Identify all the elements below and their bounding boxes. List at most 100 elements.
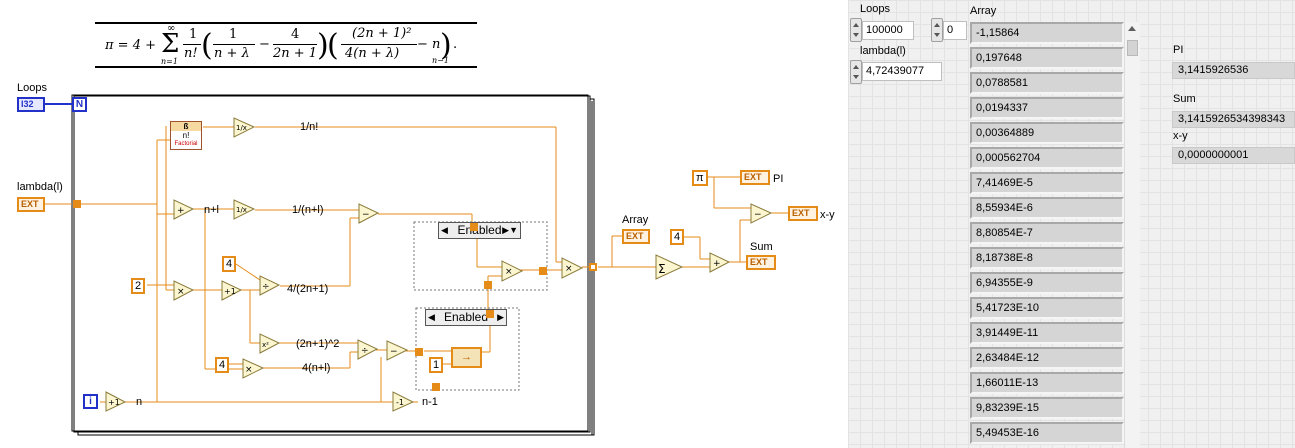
wires: + × +1 1/x 1/x ÷ − x² ÷ − × +1 -1 × × Σ … xyxy=(44,94,788,436)
sum-indicator[interactable]: EXT xyxy=(746,255,776,270)
factorial-node[interactable]: ß n! Factorial xyxy=(170,121,202,150)
constant-four-a[interactable]: 4 xyxy=(222,256,237,272)
array-label: Array xyxy=(622,214,649,226)
xy-indicator-label: x-y xyxy=(1173,130,1188,142)
array-element: 8,18738E-8 xyxy=(970,247,1124,269)
pi-indicator[interactable]: EXT xyxy=(740,170,770,185)
label-n-minus-1: n-1 xyxy=(422,396,438,408)
case-selector-1[interactable]: ◀ Enabled ▶▼ xyxy=(438,222,521,239)
front-panel: Loops 100000 lambda(l) 4,72439077 Array … xyxy=(848,0,1295,448)
div-glyph-2: ÷ xyxy=(361,346,369,356)
array-element: 8,55934E-6 xyxy=(970,197,1124,219)
i32-indicator[interactable]: I32 xyxy=(17,97,45,112)
case-selector-2[interactable]: ◀ Enabled ▶ xyxy=(425,309,507,326)
array-element: 7,41469E-5 xyxy=(970,172,1124,194)
lambda-spinner[interactable] xyxy=(850,60,862,84)
sum-indicator-label: Sum xyxy=(1173,93,1196,105)
case-selector-2-left-icon[interactable]: ◀ xyxy=(428,310,435,325)
array-index-spinner[interactable] xyxy=(931,18,943,42)
array-element: 5,41723E-10 xyxy=(970,297,1124,319)
factorial-mid: n! xyxy=(182,131,190,140)
lambda-tunnel xyxy=(73,200,81,208)
label-four-nl: 4(n+l) xyxy=(302,362,331,374)
case-selector-1-label: Enabled xyxy=(457,223,502,237)
sigma-glyph: Σ xyxy=(658,262,666,276)
array-element: 0,00364889 xyxy=(970,122,1124,144)
mul-glyph-4: × xyxy=(565,264,573,274)
spin-up-icon[interactable] xyxy=(853,23,859,27)
factorial-top: ß xyxy=(171,122,201,131)
inc-glyph: +1 xyxy=(224,287,236,296)
xy-value: 0,0000000001 xyxy=(1172,147,1295,164)
constant-two[interactable]: 2 xyxy=(131,278,146,294)
array-element: 0,0194337 xyxy=(970,97,1124,119)
array-element: 0,197648 xyxy=(970,47,1124,69)
array-scrollbar[interactable] xyxy=(1124,22,1140,448)
div-glyph: ÷ xyxy=(262,282,270,292)
pi-indicator-label: PI xyxy=(1173,44,1184,56)
constant-four-c[interactable]: 4 xyxy=(670,229,685,245)
array-element: 8,80854E-7 xyxy=(970,222,1124,244)
loop-count-terminal[interactable]: N xyxy=(72,97,87,112)
spin-up-icon-2[interactable] xyxy=(853,65,859,69)
constant-four-b[interactable]: 4 xyxy=(215,357,230,373)
scroll-thumb[interactable] xyxy=(1127,40,1138,56)
case-tunnel-3 xyxy=(484,281,492,289)
dec-glyph: -1 xyxy=(396,398,404,407)
mul-glyph-2: × xyxy=(245,365,253,375)
loops-input[interactable]: 100000 xyxy=(862,21,914,40)
loops-control-label: Loops xyxy=(860,3,890,15)
mul-glyph-3: × xyxy=(505,267,513,277)
array-index-input[interactable]: 0 xyxy=(943,21,967,40)
lambda-input[interactable]: 4,72439077 xyxy=(862,62,942,81)
sq-glyph: x² xyxy=(262,341,269,349)
array-indicator[interactable]: EXT xyxy=(622,229,650,244)
sub-glyph: − xyxy=(362,210,370,220)
spin-up-icon-3[interactable] xyxy=(934,23,940,27)
sum-value: 3,1415926534398343 xyxy=(1172,111,1295,128)
label-square: (2n+1)^2 xyxy=(296,338,340,350)
add-glyph: + xyxy=(177,206,185,216)
select-node[interactable]: → xyxy=(451,347,482,368)
label-one-over-fact: 1/n! xyxy=(300,121,319,133)
lambda-label: lambda(l) xyxy=(17,181,63,193)
array-element: 6,94355E-9 xyxy=(970,272,1124,294)
array-element: 0,000562704 xyxy=(970,147,1124,169)
case-tunnel-2 xyxy=(539,267,547,275)
array-list[interactable]: -1,15864 0,197648 0,0788581 0,0194337 0,0036… xyxy=(970,22,1128,448)
spin-down-icon-3[interactable] xyxy=(934,33,940,37)
spin-down-icon-2[interactable] xyxy=(853,75,859,79)
array-element: 9,83239E-15 xyxy=(970,397,1124,419)
label-four-over: 4/(2n+1) xyxy=(287,283,329,295)
array-indicator-label: Array xyxy=(970,5,997,17)
array-element: -1,15864 xyxy=(970,22,1124,44)
pi-label: PI xyxy=(773,173,784,185)
sum-label: Sum xyxy=(750,241,773,253)
inv-glyph: 1/x xyxy=(236,124,247,132)
mul-glyph: × xyxy=(177,287,185,297)
loop-output-tunnel xyxy=(589,263,597,271)
case-tunnel-1 xyxy=(470,223,478,231)
pi-constant[interactable]: π xyxy=(692,170,708,186)
case-tunnel-4 xyxy=(486,310,494,318)
factorial-bottom: Factorial xyxy=(174,141,198,147)
array-element: 0,0788581 xyxy=(970,72,1124,94)
array-element: 2,63484E-12 xyxy=(970,347,1124,369)
add-glyph-2: + xyxy=(713,259,721,269)
loops-spinner[interactable] xyxy=(850,18,862,42)
case-selector-2-label: Enabled xyxy=(443,310,489,324)
scroll-up-icon[interactable] xyxy=(1128,26,1136,31)
lambda-control[interactable]: EXT xyxy=(17,197,45,212)
xy-indicator[interactable]: EXT xyxy=(788,206,818,221)
loops-label: Loops xyxy=(17,82,47,94)
pi-value: 3,1415926536 xyxy=(1172,62,1295,79)
array-element: 3,91449E-11 xyxy=(970,322,1124,344)
case-selector-1-left-icon[interactable]: ◀ xyxy=(441,223,448,238)
iteration-terminal[interactable]: i xyxy=(83,394,98,409)
case-selector-1-right-icon[interactable]: ▶▼ xyxy=(502,223,518,238)
inv-glyph-2: 1/x xyxy=(236,206,247,214)
label-n: n xyxy=(136,396,143,408)
constant-one[interactable]: 1 xyxy=(429,357,444,373)
spin-down-icon[interactable] xyxy=(853,33,859,37)
case-selector-2-right-icon[interactable]: ▶ xyxy=(497,310,504,325)
